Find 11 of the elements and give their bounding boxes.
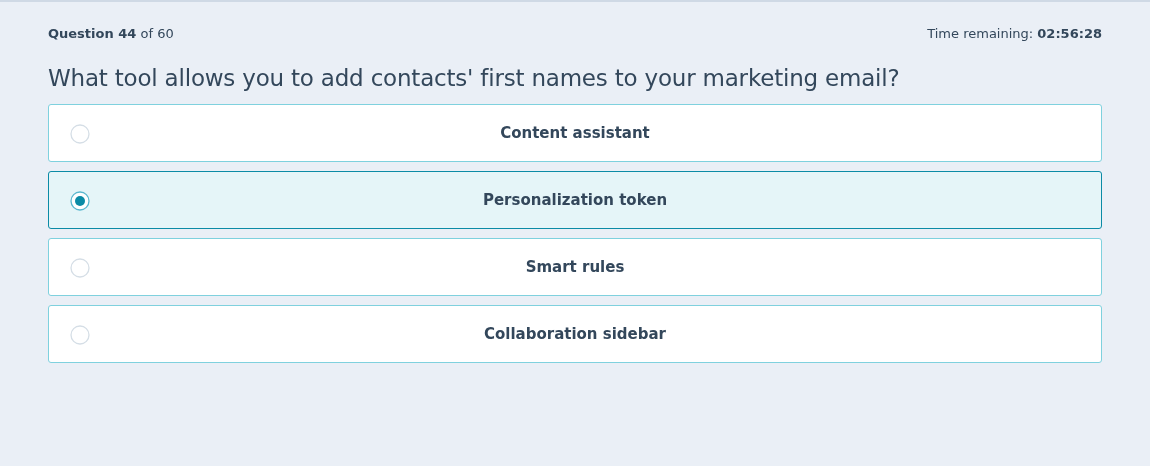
time-remaining: Time remaining: 02:56:28 — [927, 26, 1102, 41]
question-counter: Question 44 of 60 — [48, 26, 174, 41]
question-text: What tool allows you to add contacts' first names to your marketing email? — [48, 65, 901, 91]
answer-option[interactable]: Personalization token — [48, 171, 1102, 229]
radio-icon — [70, 191, 90, 211]
answer-option[interactable]: Smart rules — [48, 238, 1102, 296]
radio-icon — [70, 258, 90, 278]
answer-option[interactable]: Content assistant — [48, 104, 1102, 162]
radio-icon — [70, 325, 90, 345]
radio-icon — [70, 124, 90, 144]
answer-option[interactable]: Collaboration sidebar — [48, 305, 1102, 363]
